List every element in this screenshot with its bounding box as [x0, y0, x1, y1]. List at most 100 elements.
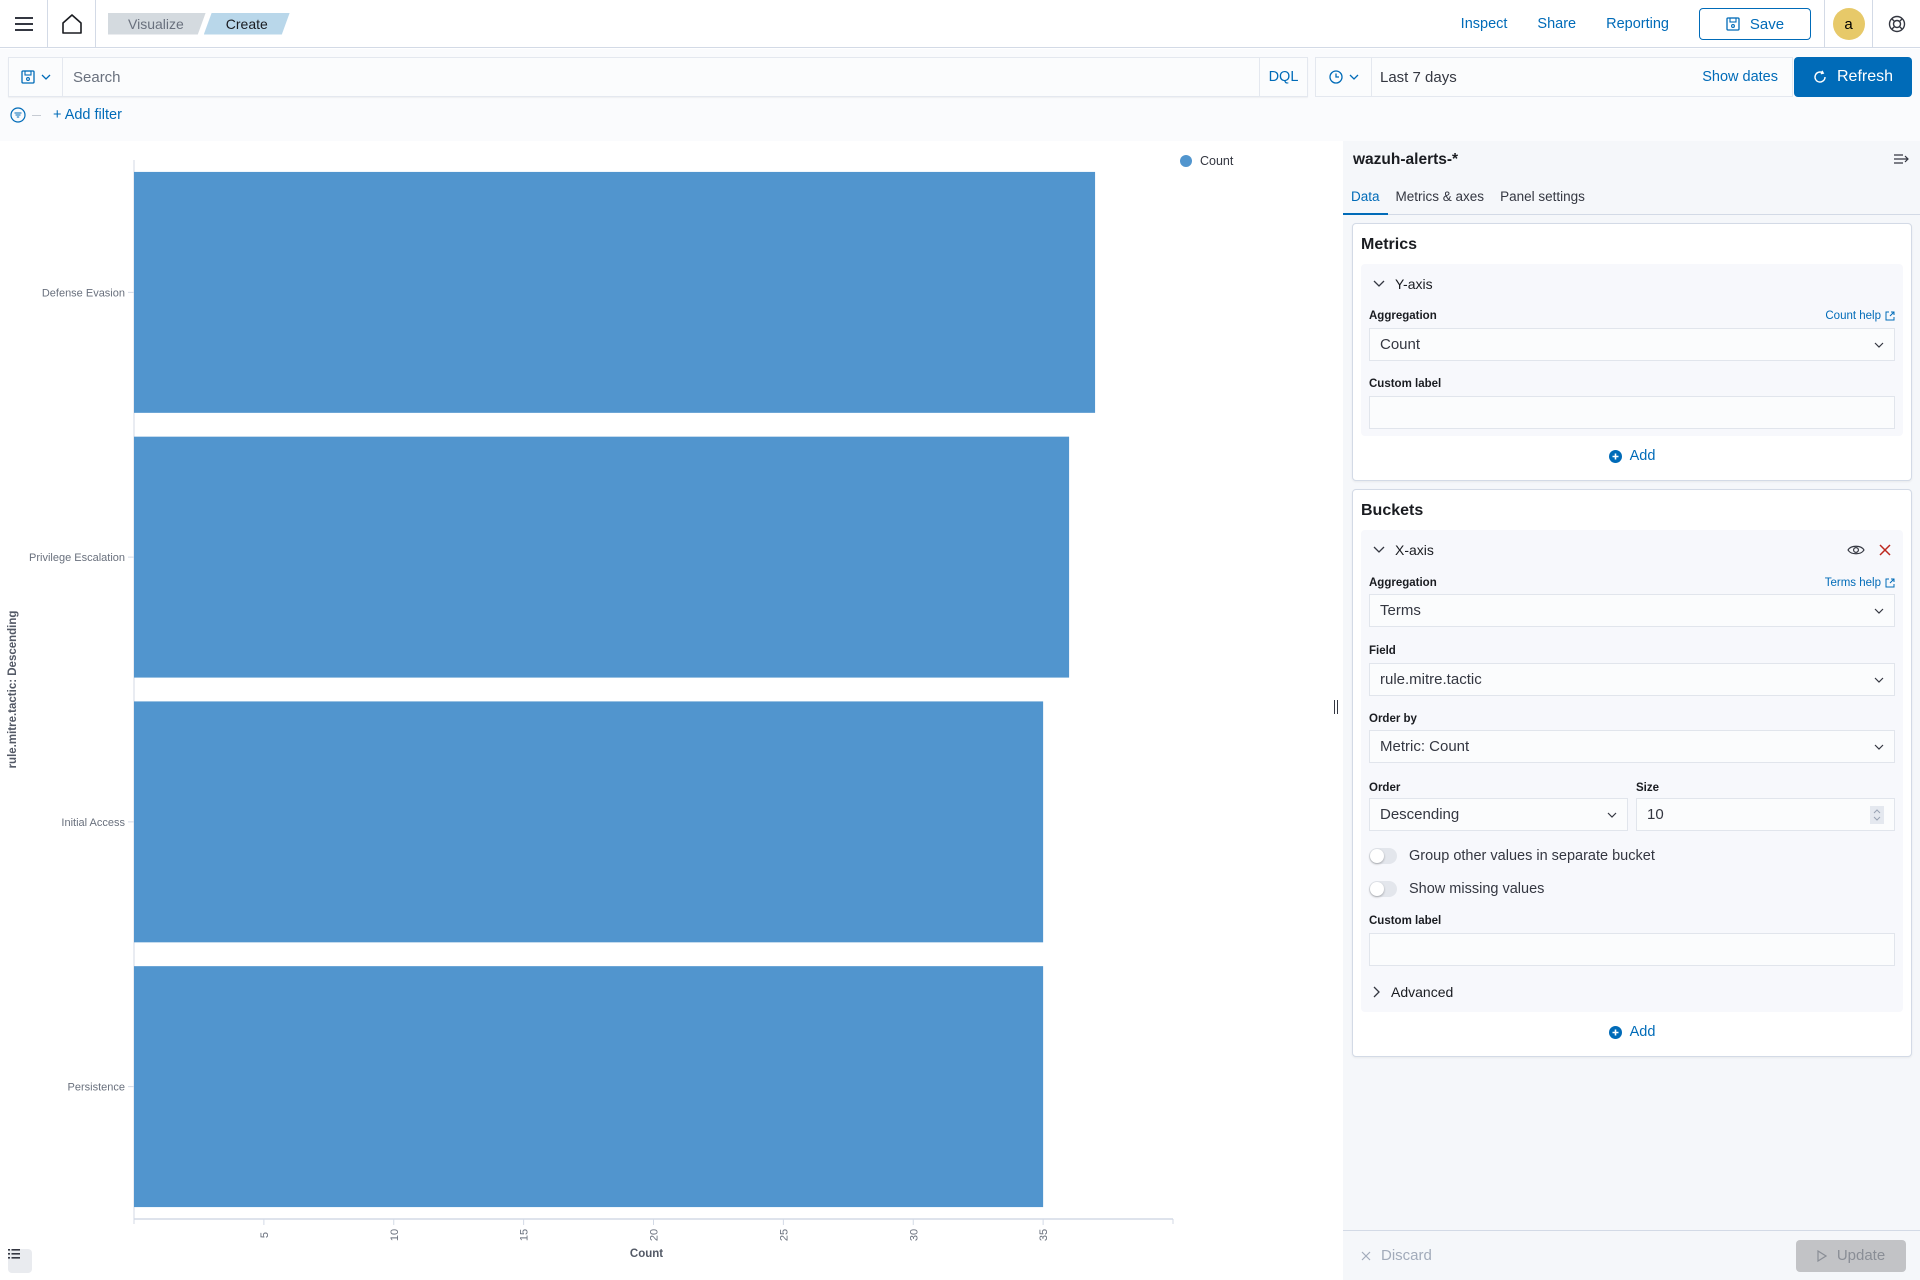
metric-custom-label-input[interactable]: [1369, 396, 1895, 429]
order-by-select[interactable]: Metric: Count: [1369, 730, 1895, 763]
query-language-button[interactable]: DQL: [1259, 58, 1307, 96]
inspect-link[interactable]: Inspect: [1461, 16, 1508, 32]
menu-button[interactable]: [0, 0, 48, 48]
bar-privilege-escalation: [134, 436, 1070, 678]
help-button[interactable]: [1872, 0, 1920, 48]
top-header: Visualize Create Inspect Share Reporting…: [0, 0, 1920, 48]
x-tick-label: 5: [259, 1232, 271, 1238]
chevron-down-icon: [1373, 280, 1385, 287]
filter-bar: + Add filter: [10, 107, 122, 123]
clock-icon: [1328, 70, 1343, 84]
query-bar-area: DQL Last 7 days Show dates Refresh + Add…: [0, 49, 1920, 141]
save-button[interactable]: Save: [1699, 8, 1811, 40]
breadcrumb-create: Create: [204, 13, 290, 35]
chevron-down-icon: [41, 74, 50, 80]
field-label: Field: [1369, 645, 1396, 657]
x-tick-label: 30: [908, 1229, 920, 1241]
size-input[interactable]: 10: [1636, 798, 1895, 831]
number-stepper-icon[interactable]: [1870, 805, 1884, 824]
metric-aggregation-select[interactable]: Count: [1369, 328, 1895, 361]
y-axis-toggle[interactable]: Y-axis: [1361, 264, 1903, 304]
add-metric-button[interactable]: Add: [1353, 448, 1911, 464]
tab-data[interactable]: Data: [1343, 181, 1388, 215]
home-button[interactable]: [48, 0, 96, 48]
panel-resize-handle[interactable]: [1334, 700, 1338, 714]
filter-menu-icon[interactable]: [10, 107, 26, 123]
order-by-value: Metric: Count: [1380, 738, 1470, 755]
terms-help-text: Terms help: [1824, 577, 1881, 589]
refresh-button[interactable]: Refresh: [1794, 57, 1912, 97]
bucket-aggregation-select[interactable]: Terms: [1369, 594, 1895, 627]
user-avatar[interactable]: a: [1832, 8, 1865, 40]
editor-footer: Discard Update: [1343, 1230, 1920, 1280]
tab-metrics-axes[interactable]: Metrics & axes: [1388, 181, 1493, 215]
discard-button[interactable]: Discard: [1361, 1247, 1432, 1264]
time-range-label[interactable]: Last 7 days: [1372, 69, 1702, 86]
group-other-switch[interactable]: [1369, 848, 1397, 864]
x-axis-title: X-axis: [1395, 542, 1434, 558]
aggregation-label: Aggregation: [1369, 310, 1437, 322]
chart-panel: Defense Evasion Privilege Escalation Initi…: [0, 141, 1330, 1280]
add-filter-button[interactable]: + Add filter: [53, 107, 122, 123]
bucket-aggregation-value: Terms: [1380, 602, 1421, 619]
x-axis-agg: X-axis Aggregation Terms help Terms Fiel…: [1361, 530, 1903, 1012]
y-axis-agg: Y-axis Aggregation Count help Count Cust…: [1361, 264, 1903, 436]
legend-color-dot: [1180, 155, 1192, 167]
y-tick-label: Privilege Escalation: [29, 552, 125, 564]
metrics-card: Metrics Y-axis Aggregation Count help Co…: [1352, 223, 1912, 481]
filter-divider: [32, 114, 41, 116]
group-other-toggle[interactable]: Group other values in separate bucket: [1369, 848, 1655, 864]
plus-circle-icon: [1608, 1025, 1622, 1039]
buckets-heading: Buckets: [1361, 502, 1424, 519]
remove-x-icon[interactable]: [1879, 544, 1891, 556]
collapse-sidebar-icon[interactable]: [1894, 153, 1910, 165]
bucket-custom-label-input[interactable]: [1369, 933, 1895, 966]
metrics-heading: Metrics: [1361, 236, 1418, 253]
eye-icon[interactable]: [1847, 544, 1865, 556]
chevron-down-icon: [1373, 546, 1385, 553]
quick-time-menu-button[interactable]: [1316, 58, 1372, 96]
list-icon: [8, 1249, 20, 1259]
size-value: 10: [1647, 806, 1664, 823]
chevron-down-icon: [1874, 342, 1884, 348]
x-axis-toggle[interactable]: X-axis: [1361, 530, 1903, 570]
advanced-toggle[interactable]: Advanced: [1361, 972, 1453, 1012]
reporting-link[interactable]: Reporting: [1606, 16, 1669, 32]
buckets-card: Buckets X-axis Aggregation Terms help Te…: [1352, 489, 1912, 1057]
plus-circle-icon: [1608, 449, 1622, 463]
order-by-label: Order by: [1369, 713, 1417, 725]
count-help-link[interactable]: Count help: [1825, 310, 1895, 322]
update-button[interactable]: Update: [1796, 1239, 1906, 1272]
query-bar: DQL: [8, 57, 1308, 97]
field-select[interactable]: rule.mitre.tactic: [1369, 663, 1895, 696]
bar-defense-evasion: [134, 171, 1096, 413]
search-input[interactable]: [63, 58, 1259, 96]
external-link-icon: [1885, 311, 1895, 321]
show-missing-toggle[interactable]: Show missing values: [1369, 881, 1544, 897]
show-missing-switch[interactable]: [1369, 881, 1397, 897]
saved-query-menu-button[interactable]: [9, 58, 63, 96]
hamburger-icon: [14, 16, 33, 31]
custom-label-label: Custom label: [1369, 378, 1442, 390]
legend-toggle-button[interactable]: [8, 1249, 32, 1273]
home-icon: [61, 13, 82, 34]
x-tick-label: 25: [778, 1229, 790, 1241]
custom-label-label: Custom label: [1369, 915, 1442, 927]
share-link[interactable]: Share: [1537, 16, 1576, 32]
breadcrumb-visualize[interactable]: Visualize: [108, 13, 206, 35]
editor-tabs: Data Metrics & axes Panel settings: [1343, 181, 1920, 215]
terms-help-link[interactable]: Terms help: [1825, 577, 1895, 589]
tab-panel-settings[interactable]: Panel settings: [1492, 181, 1593, 215]
add-bucket-button[interactable]: Add: [1353, 1024, 1911, 1040]
chevron-down-icon: [1874, 744, 1884, 750]
x-tick-label: 15: [519, 1229, 531, 1241]
x-tick-label: 10: [389, 1229, 401, 1241]
chevron-down-icon: [1607, 812, 1617, 818]
chart-legend[interactable]: Count: [1180, 154, 1233, 168]
show-missing-label: Show missing values: [1409, 881, 1545, 897]
order-select[interactable]: Descending: [1369, 798, 1628, 831]
y-axis-title: Y-axis: [1395, 276, 1433, 292]
show-dates-button[interactable]: Show dates: [1702, 69, 1778, 85]
field-value: rule.mitre.tactic: [1380, 671, 1482, 688]
editor-side-panel: wazuh-alerts-* Data Metrics & axes Panel…: [1343, 141, 1920, 1280]
